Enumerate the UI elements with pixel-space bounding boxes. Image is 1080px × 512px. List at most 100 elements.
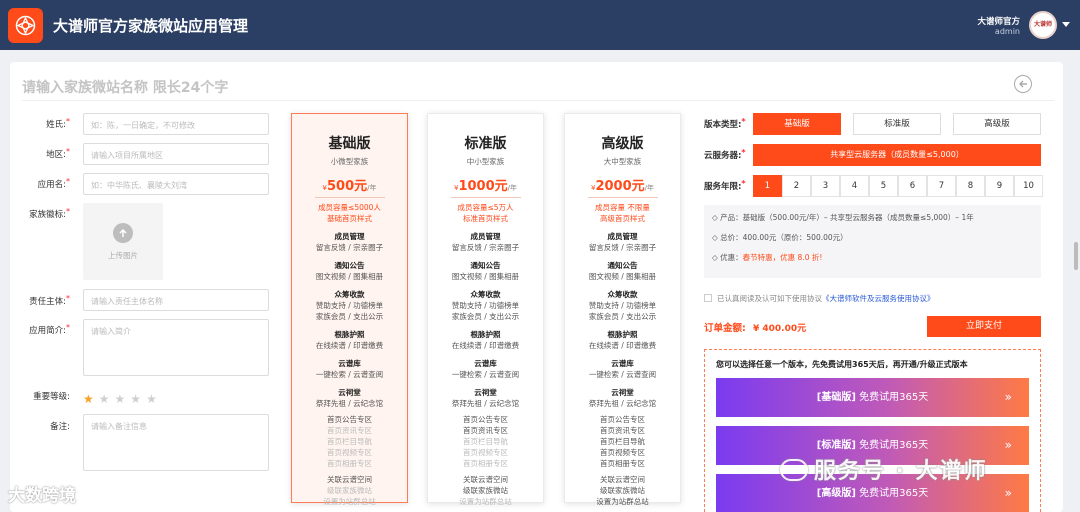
plan-subtitle: 大中型家族 [603, 157, 642, 166]
star-icon[interactable]: ★ [115, 392, 126, 406]
cloud-server-button[interactable]: 共享型云服务器（成员数量≤5,000） [753, 144, 1041, 166]
remark-label: 备注: [50, 422, 70, 432]
double-chevron-right-icon: » [1004, 438, 1012, 452]
home-feature: 首页公告专区 [600, 415, 645, 424]
importance-rating[interactable]: ★ ★ ★ ★ ★ [83, 388, 162, 407]
plan-price: ¥500元/年 [322, 179, 377, 194]
site-name-input[interactable]: 请输入家族微站名称 限长24个字 [22, 77, 228, 97]
feature-detail: 家族会员 / 支出公示 [315, 312, 384, 321]
pay-now-button[interactable]: 立即支付 [927, 316, 1041, 337]
extra-feature: 关联云谱空间 [463, 475, 508, 484]
feature-heading: 成员管理 [607, 232, 638, 241]
plan-title: 标准版 [464, 136, 507, 152]
year-option[interactable]: 6 [898, 175, 927, 197]
home-feature: 首页视频专区 [463, 448, 508, 457]
plan-capacity: 成员容量≤5000人 [318, 203, 381, 212]
extra-feature: 关联云谱空间 [600, 475, 645, 484]
feature-detail: 赞助支持 / 功德榜单 [315, 301, 384, 310]
scrollbar[interactable] [1074, 242, 1078, 270]
version-label: 版本类型:* [704, 117, 746, 130]
feature-heading: 通知公告 [334, 261, 365, 270]
surname-input[interactable]: 如：陈，一日确定，不可修改 [83, 113, 269, 135]
plan-title: 高级版 [601, 136, 644, 152]
agreement: 已认真阅读及认可如下使用协议《大谱师软件及云服务使用协议》 [704, 293, 935, 304]
flower-logo-icon [15, 15, 36, 36]
owner-input[interactable]: 请输入责任主体名称 [83, 289, 269, 311]
agreement-checkbox[interactable] [704, 294, 712, 302]
year-option[interactable]: 3 [811, 175, 840, 197]
price-divider [314, 197, 385, 198]
year-option[interactable]: 10 [1014, 175, 1043, 197]
star-icon[interactable]: ★ [99, 392, 110, 406]
extra-feature: 级联家族微站 [463, 486, 508, 495]
extra-feature: 关联云谱空间 [327, 475, 372, 484]
star-icon[interactable]: ★ [146, 392, 157, 406]
divider [22, 100, 1054, 101]
plan-card-advanced[interactable]: 高级版 大中型家族 ¥2000元/年 成员容量 不限量 高级首页样式 成员管理 留言反馈 /… [564, 113, 681, 506]
feature-detail: 图文视频 / 图集相册 [451, 272, 520, 281]
feature-detail: 家族会员 / 支出公示 [588, 312, 657, 321]
year-option[interactable]: 8 [956, 175, 985, 197]
home-feature: 首页资讯专区 [463, 426, 508, 435]
plan-style: 标准首页样式 [463, 214, 508, 223]
home-feature: 首页栏目导航 [600, 437, 645, 446]
agreement-link[interactable]: 《大谱师软件及云服务使用协议》 [822, 294, 935, 303]
emblem-label: 家族徽标:* [29, 207, 70, 220]
version-advanced-button[interactable]: 高级版 [953, 113, 1041, 135]
extra-feature: 级联家族微站 [600, 486, 645, 495]
agreement-text: 已认真阅读及认可如下使用协议 [717, 294, 822, 303]
order-amount-label: 订单金额: [704, 323, 746, 334]
feature-heading: 成员管理 [470, 232, 501, 241]
year-option[interactable]: 7 [927, 175, 956, 197]
year-option[interactable]: 1 [753, 175, 782, 197]
feature-heading: 云谱库 [611, 359, 634, 368]
feature-detail: 在线续谱 / 印谱缴费 [588, 341, 657, 350]
watermark-right: 服务号 · 大谱师 [780, 453, 988, 485]
back-icon[interactable] [1014, 75, 1032, 93]
owner-label: 责任主体:* [29, 294, 70, 307]
version-basic-button[interactable]: 基础版 [753, 113, 841, 135]
double-chevron-right-icon: » [1004, 486, 1012, 500]
plan-capacity: 成员容量≤5万人 [457, 203, 514, 212]
year-option[interactable]: 5 [869, 175, 898, 197]
remark-textarea[interactable]: 请输入备注信息 [83, 414, 269, 471]
upload-label: 上传图片 [108, 251, 138, 260]
plan-title: 基础版 [328, 136, 371, 152]
feature-heading: 云谱库 [338, 359, 361, 368]
year-option[interactable]: 4 [840, 175, 869, 197]
summary-total: ◇ 总价：400.00元（原价：500.00元） [712, 233, 848, 242]
chevron-down-icon[interactable] [1062, 22, 1070, 27]
feature-heading: 成员管理 [334, 232, 365, 241]
order-summary: ◇ 产品：基础版（500.00元/年）– 共享型云服务器（成员数量≤5,000）… [704, 205, 1041, 278]
importance-label: 重要等级: [33, 392, 70, 402]
emblem-upload[interactable]: 上传图片 [83, 203, 163, 280]
feature-detail: 在线续谱 / 印谱缴费 [315, 341, 384, 350]
avatar[interactable]: 大谱师 [1029, 11, 1057, 39]
intro-textarea[interactable]: 请输入简介 [83, 319, 269, 376]
feature-heading: 云谱库 [474, 359, 497, 368]
feature-heading: 根脉护照 [607, 330, 638, 339]
feature-detail: 图文视频 / 图集相册 [588, 272, 657, 281]
watermark-left: 大数跨境 [8, 486, 76, 506]
intro-label: 应用简介:* [29, 323, 70, 336]
price-divider [450, 197, 521, 198]
years-label: 服务年限:* [704, 179, 746, 192]
plan-card-standard[interactable]: 标准版 中小型家族 ¥1000元/年 成员容量≤5万人 标准首页样式 成员管理 留言反馈 /… [427, 113, 544, 506]
feature-detail: 在线续谱 / 印谱缴费 [451, 341, 520, 350]
user-name[interactable]: 大谱师官方 [977, 15, 1020, 27]
feature-detail: 祭拜先祖 / 云纪念馆 [588, 399, 657, 408]
plan-card-basic[interactable]: 基础版 小微型家族 ¥500元/年 成员容量≤5000人 基础首页样式 成员管理 留言反馈 … [291, 113, 408, 506]
year-option[interactable]: 9 [985, 175, 1014, 197]
star-icon[interactable]: ★ [83, 392, 94, 406]
home-feature: 首页视频专区 [327, 448, 372, 457]
trial-basic-button[interactable]: [基础版] 免费试用365天» [716, 378, 1029, 417]
app-name-label: 应用名:* [37, 177, 70, 190]
feature-detail: 祭拜先祖 / 云纪念馆 [451, 399, 520, 408]
region-input[interactable]: 请输入项目所属地区 [83, 143, 269, 165]
app-name-input[interactable]: 如：中华陈氏、襄陵大刘湾 [83, 173, 269, 195]
extra-feature: 设置为站群总站 [323, 497, 376, 506]
star-icon[interactable]: ★ [130, 392, 141, 406]
version-standard-button[interactable]: 标准版 [853, 113, 941, 135]
home-feature: 首页相册专区 [463, 459, 508, 468]
year-option[interactable]: 2 [782, 175, 811, 197]
